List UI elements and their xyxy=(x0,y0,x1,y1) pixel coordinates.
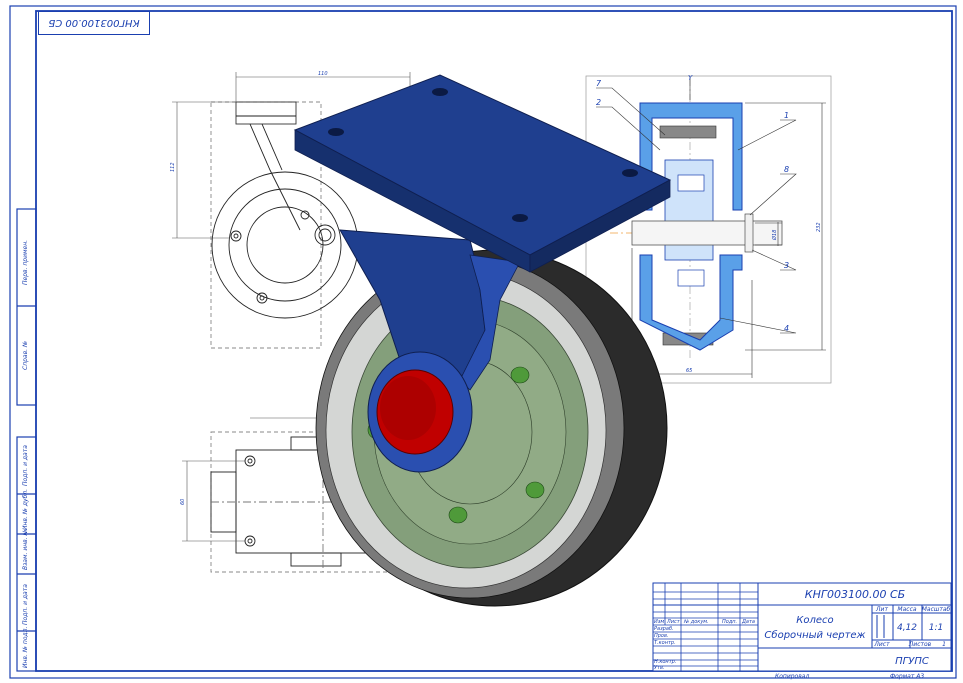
row-sign: Подп. xyxy=(722,619,737,625)
title-name-1: Колесо xyxy=(796,615,833,626)
title-name-2: Сборочный чертеж xyxy=(764,629,865,641)
callout-8: 8 xyxy=(784,165,789,174)
org-name: ПГУПС xyxy=(895,656,929,667)
row-doc: № докум. xyxy=(683,619,709,625)
row-tcontr: Т.контр. xyxy=(654,640,676,646)
hdr-lit: Лит xyxy=(875,606,888,613)
hdr-sheet: Лист xyxy=(873,641,890,648)
row-list: Лист xyxy=(666,619,681,625)
drawing-sheet: Перв. примен. Справ. № Подп. и дата Инв.… xyxy=(9,5,957,680)
callout-4: 4 xyxy=(784,324,789,333)
mass-value: 4,12 xyxy=(897,623,917,633)
dim-top-width: 110 xyxy=(318,71,328,77)
side-label-first-use: Перв. примен. xyxy=(22,240,29,285)
row-date: Дата xyxy=(741,619,755,625)
side-label-sign-date-2: Подп. и дата xyxy=(22,584,29,625)
side-label-repl-inv: Взам. инв. № xyxy=(22,529,29,570)
copied-label: Копировал xyxy=(775,673,809,680)
dim-section-width: 65 xyxy=(686,368,692,374)
callout-3: 3 xyxy=(784,261,789,270)
side-label-sign-date-1: Подп. и дата xyxy=(22,445,29,486)
row-dev: Разраб. xyxy=(654,626,674,632)
callout-1: 1 xyxy=(784,111,789,120)
dim-section-height: 232 xyxy=(816,222,822,232)
side-label-orig-inv: Инв. № подл. xyxy=(22,627,29,668)
callout-2: 2 xyxy=(596,98,601,107)
scale-value: 1:1 xyxy=(929,623,943,633)
section-axis-label: Y xyxy=(688,74,693,82)
title-code: КНГ003100.00 СБ xyxy=(805,588,905,601)
sheets-value: 1 xyxy=(942,641,946,648)
inverted-code-stamp: КНГ003100.00 СБ xyxy=(38,11,150,35)
caster-wheel-3d xyxy=(293,74,672,607)
hdr-mass: Масса xyxy=(897,606,916,613)
row-izm: Изм xyxy=(654,619,664,625)
hdr-sheets: Листов xyxy=(908,641,932,648)
side-label-dup-inv: Инв. № дубл. xyxy=(22,489,29,530)
dim-shaft: Ø18 xyxy=(771,230,778,241)
row-check: Пров. xyxy=(654,633,669,639)
format-label: Формат А3 xyxy=(890,673,924,680)
dim-plan-height: 60 xyxy=(180,499,186,505)
dim-top-height: 112 xyxy=(170,162,176,172)
side-label-ref-no: Справ. № xyxy=(22,341,29,370)
row-approve: Утв. xyxy=(654,665,665,671)
hdr-scale: Масштаб xyxy=(922,606,951,613)
